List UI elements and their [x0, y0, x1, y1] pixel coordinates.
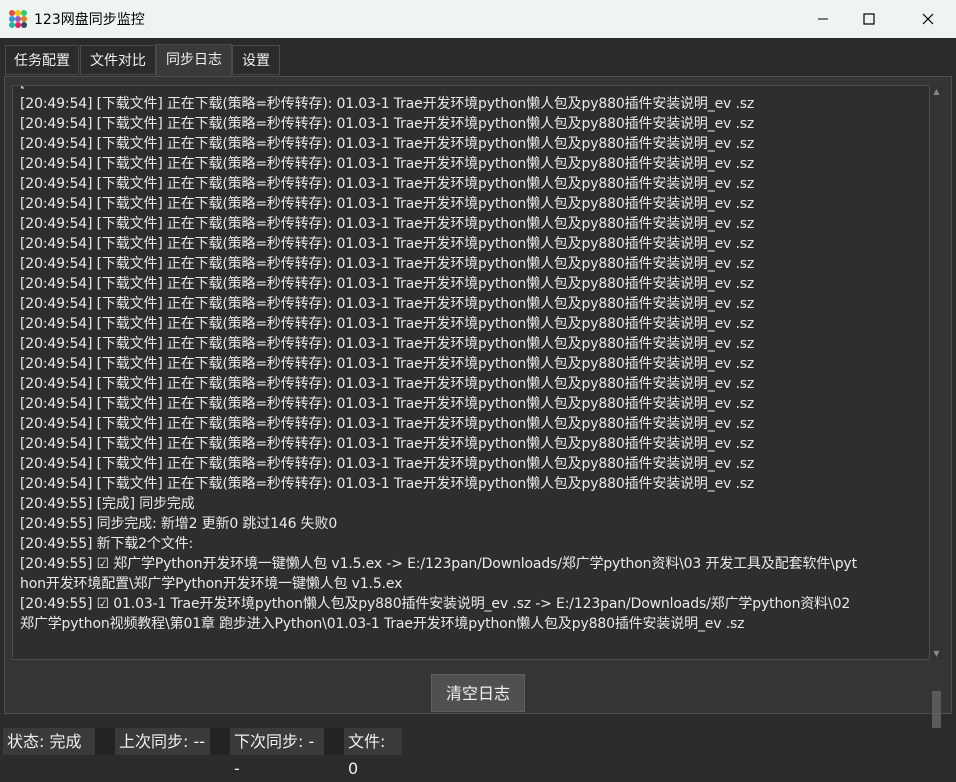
status-divider	[95, 728, 115, 755]
log-line: [20:49:54] [下载文件] 正在下载(策略=秒传转存): 01.03-1…	[20, 236, 755, 252]
log-line: [20:49:54] [下载文件] 正在下载(策略=秒传转存): 01.03-1…	[20, 396, 755, 412]
status-state: 状态: 完成	[3, 728, 95, 755]
maximize-icon	[863, 13, 875, 25]
log-line: [20:49:54] [下载文件] 正在下载(策略=秒传转存): 01.03-1…	[20, 136, 755, 152]
scroll-up-icon[interactable]: ▲	[930, 85, 943, 98]
log-lines: [20:49:54] [下载文件] 正在下载(策略=秒传转存): 01.03-1…	[20, 94, 929, 634]
log-line: [20:49:54] [下载文件] 正在下载(策略=秒传转存): 01.03-1…	[20, 216, 755, 232]
log-line: [20:49:54] [下载文件] 正在下载(策略=秒传转存): 01.03-1…	[20, 176, 755, 192]
tab-settings[interactable]: 设置	[232, 45, 280, 75]
status-divider	[324, 728, 344, 755]
log-line: [20:49:55] [完成] 同步完成	[20, 496, 195, 512]
minimize-icon	[818, 18, 828, 20]
log-line: [20:49:55] ☑ 郑广学Python开发环境一键懒人包 v1.5.ex …	[20, 556, 857, 572]
maximize-button[interactable]	[846, 0, 892, 38]
log-line: [20:49:54] [下载文件] 正在下载(策略=秒传转存): 01.03-1…	[20, 276, 755, 292]
log-scrollbar[interactable]: ▲ ▼	[930, 85, 943, 733]
log-line: [20:49:54] [下载文件] 正在下载(策略=秒传转存): 01.03-1…	[20, 256, 755, 272]
status-next-sync: 下次同步: --	[230, 728, 324, 778]
scroll-down-icon[interactable]: ▼	[930, 647, 943, 660]
log-textarea[interactable]: [ [20:49:54] [下载文件] 正在下载(策略=秒传转存): 01.03…	[12, 85, 930, 660]
log-line: [20:49:54] [下载文件] 正在下载(策略=秒传转存): 01.03-1…	[20, 96, 755, 112]
log-line: [20:49:54] [下载文件] 正在下载(策略=秒传转存): 01.03-1…	[20, 476, 755, 492]
log-line: [20:49:54] [下载文件] 正在下载(策略=秒传转存): 01.03-1…	[20, 156, 755, 172]
log-line: [20:49:55] 新下载2个文件:	[20, 536, 194, 552]
log-line: [20:49:54] [下载文件] 正在下载(策略=秒传转存): 01.03-1…	[20, 456, 755, 472]
status-bar: 状态: 完成 上次同步: -- 下次同步: -- 文件: 0	[0, 728, 956, 778]
log-line: 郑广学python视频教程\第01章 跑步进入Python\01.03-1 Tr…	[20, 616, 745, 632]
tab-task-config[interactable]: 任务配置	[5, 45, 79, 75]
tab-file-compare[interactable]: 文件对比	[80, 45, 156, 75]
scroll-thumb[interactable]	[932, 691, 941, 733]
app-icon	[9, 10, 27, 28]
log-line: [20:49:54] [下载文件] 正在下载(策略=秒传转存): 01.03-1…	[20, 436, 755, 452]
close-icon	[922, 13, 934, 25]
log-line: [20:49:55] ☑ 01.03-1 Trae开发环境python懒人包及p…	[20, 596, 851, 612]
status-files: 文件: 0	[344, 728, 402, 778]
log-line: [20:49:54] [下载文件] 正在下载(策略=秒传转存): 01.03-1…	[20, 116, 755, 132]
title-bar: 123网盘同步监控	[0, 0, 956, 38]
log-line: [20:49:54] [下载文件] 正在下载(策略=秒传转存): 01.03-1…	[20, 336, 755, 352]
window-title: 123网盘同步监控	[34, 12, 145, 28]
log-line-partial: [	[20, 86, 25, 93]
log-line: [20:49:54] [下载文件] 正在下载(策略=秒传转存): 01.03-1…	[20, 296, 755, 312]
status-divider	[210, 728, 230, 755]
log-line: [20:49:54] [下载文件] 正在下载(策略=秒传转存): 01.03-1…	[20, 196, 755, 212]
log-line: [20:49:54] [下载文件] 正在下载(策略=秒传转存): 01.03-1…	[20, 356, 755, 372]
log-line: [20:49:54] [下载文件] 正在下载(策略=秒传转存): 01.03-1…	[20, 316, 755, 332]
log-line: [20:49:54] [下载文件] 正在下载(策略=秒传转存): 01.03-1…	[20, 376, 755, 392]
log-line: [20:49:54] [下载文件] 正在下载(策略=秒传转存): 01.03-1…	[20, 416, 755, 432]
clear-log-button[interactable]: 清空日志	[431, 674, 525, 712]
tab-sync-log[interactable]: 同步日志	[156, 44, 232, 76]
status-last-sync: 上次同步: --	[115, 728, 210, 755]
log-line: [20:49:55] 同步完成: 新增2 更新0 跳过146 失败0	[20, 516, 338, 532]
minimize-button[interactable]	[800, 0, 846, 38]
log-line: hon开发环境配置\郑广学Python开发环境一键懒人包 v1.5.ex	[20, 576, 403, 592]
close-button[interactable]	[905, 0, 951, 38]
